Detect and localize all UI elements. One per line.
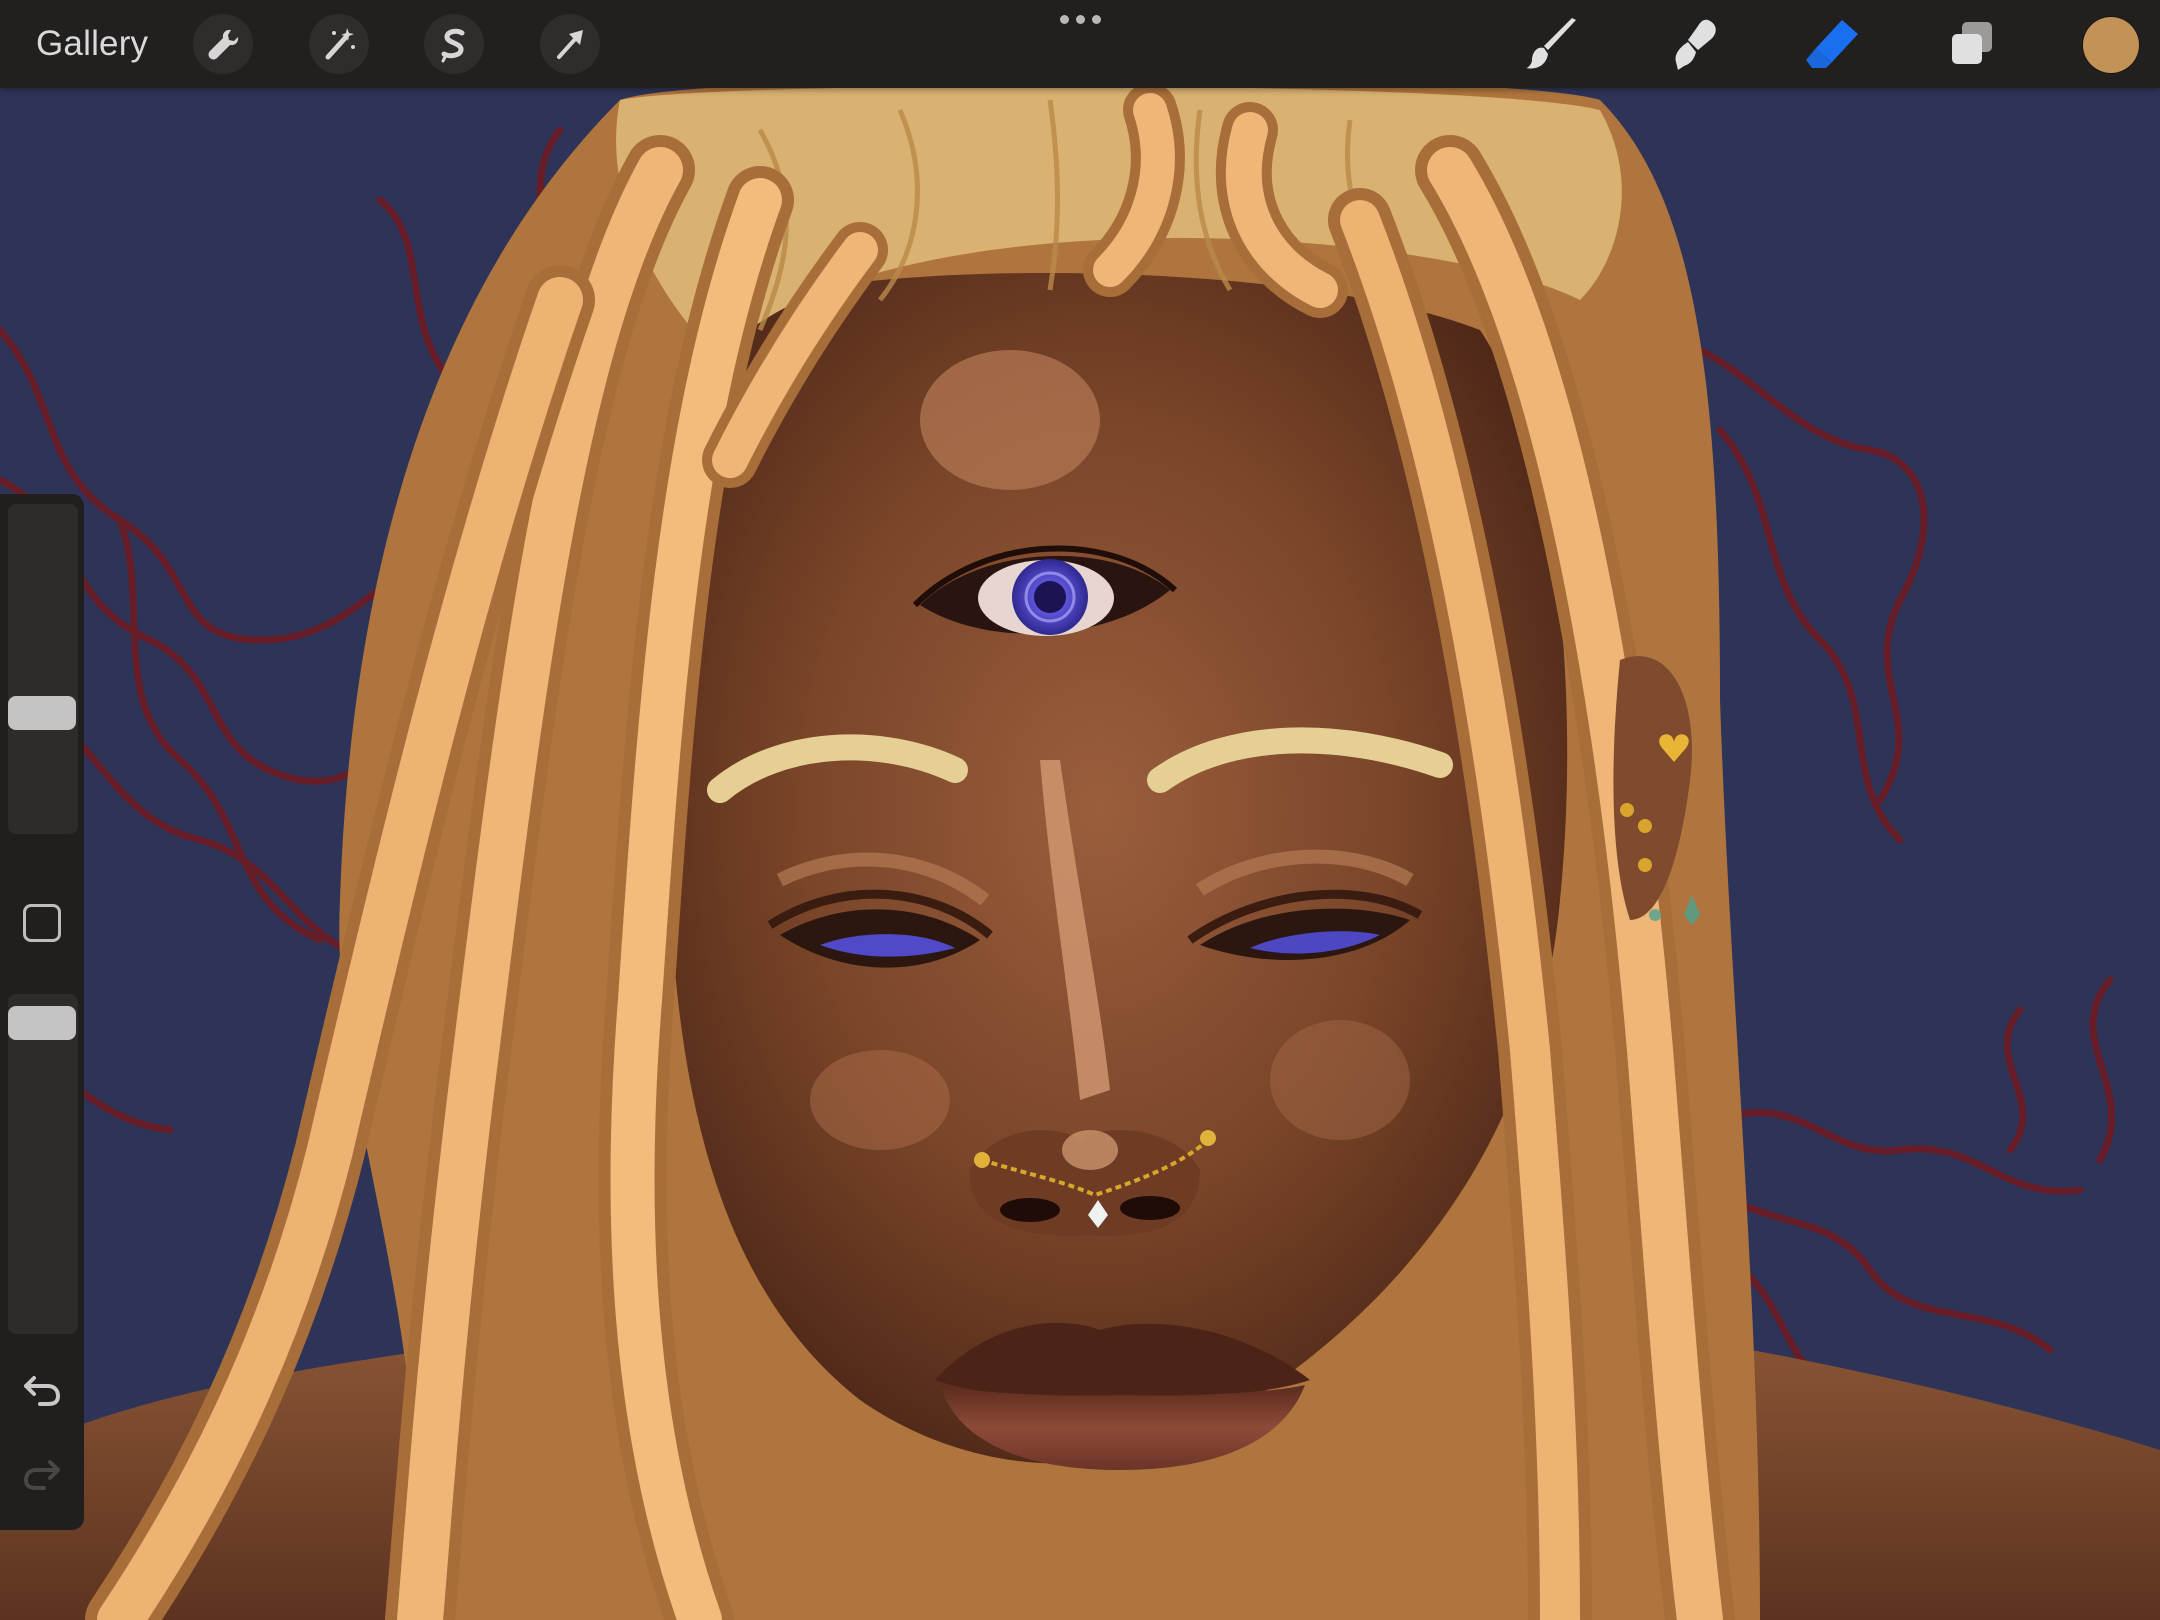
opacity-slider[interactable] (8, 994, 78, 1334)
adjustments-button[interactable] (309, 14, 369, 74)
redo-icon (22, 1454, 62, 1499)
brush-size-slider[interactable] (8, 504, 78, 834)
undo-button[interactable] (20, 1370, 64, 1414)
eraser-icon (1802, 16, 1862, 72)
drawing-canvas[interactable] (0, 0, 2160, 1620)
transform-button[interactable] (540, 14, 600, 74)
selection-s-icon (435, 25, 473, 63)
undo-icon (22, 1370, 62, 1415)
left-sidebar (0, 494, 84, 1530)
gallery-button[interactable]: Gallery (36, 22, 148, 66)
brush-size-thumb[interactable] (8, 696, 76, 730)
layers-icon (1944, 16, 2000, 72)
transform-arrow-icon (551, 25, 589, 63)
modify-button[interactable] (23, 904, 61, 942)
wrench-icon (204, 25, 242, 63)
layers-button[interactable] (1940, 16, 2004, 72)
top-toolbar: Gallery (0, 0, 2160, 88)
dot-icon (1075, 14, 1085, 24)
brush-tool-button[interactable] (1520, 16, 1584, 72)
actions-button[interactable] (193, 14, 253, 74)
color-picker-button[interactable] (2083, 17, 2139, 73)
smudge-icon (1664, 16, 1720, 72)
eraser-tool-button[interactable] (1800, 16, 1864, 72)
dot-icon (1091, 14, 1101, 24)
opacity-thumb[interactable] (8, 1006, 76, 1040)
smudge-tool-button[interactable] (1660, 16, 1724, 72)
brush-icon (1524, 16, 1580, 72)
redo-button[interactable] (20, 1454, 64, 1498)
dot-icon (1059, 14, 1069, 24)
selection-button[interactable] (424, 14, 484, 74)
magic-wand-icon (320, 25, 358, 63)
more-options-button[interactable] (1057, 12, 1103, 26)
procreate-app: Gallery (0, 0, 2160, 1620)
